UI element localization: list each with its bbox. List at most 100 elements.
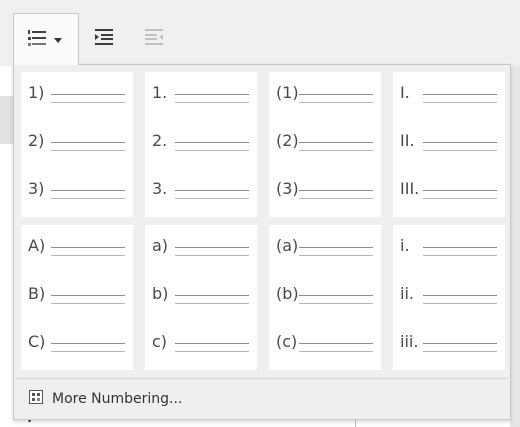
- preset-text-line: [299, 247, 373, 248]
- numbering-preset[interactable]: 1. 2. 3.: [145, 72, 257, 217]
- preset-text-line: [175, 190, 249, 191]
- preset-text-line: [51, 190, 125, 191]
- numbering-preset[interactable]: 1) 2) 3): [21, 72, 133, 217]
- preset-text-line: [423, 303, 497, 304]
- preset-text-line: [423, 343, 497, 344]
- preset-list-item: II.: [393, 128, 505, 156]
- preset-list-item: 2): [21, 128, 133, 156]
- preset-list-item: ii.: [393, 281, 505, 309]
- preset-list-item: c): [145, 329, 257, 357]
- preset-list-item: b): [145, 281, 257, 309]
- preset-text-line: [299, 303, 373, 304]
- preset-text-line: [423, 295, 497, 296]
- preset-list-item: III.: [393, 176, 505, 204]
- preset-number-label: a): [152, 236, 169, 255]
- preset-text-line: [423, 198, 497, 199]
- preset-list-item: (2): [269, 128, 381, 156]
- numbering-preset-grid: 1) 2) 3) 1. 2. 3. (1) (2) (3) I. II. III. A) B) C) a) b)…: [21, 72, 505, 370]
- preset-text-line: [51, 303, 125, 304]
- preset-text-line: [423, 190, 497, 191]
- preset-text-line: [423, 142, 497, 143]
- preset-list-item: i.: [393, 233, 505, 261]
- preset-text-line: [175, 198, 249, 199]
- preset-number-label: I.: [400, 83, 410, 102]
- preset-list-item: I.: [393, 80, 505, 108]
- preset-number-label: 2): [28, 131, 45, 150]
- preset-number-label: i.: [400, 236, 410, 255]
- preset-number-label: ii.: [400, 284, 414, 303]
- numbering-dialog-icon: [28, 389, 44, 409]
- preset-text-line: [175, 255, 249, 256]
- preset-number-label: (c): [276, 332, 298, 351]
- preset-text-line: [51, 94, 125, 95]
- preset-list-item: 2.: [145, 128, 257, 156]
- preset-number-label: b): [152, 284, 169, 303]
- preset-number-label: III.: [400, 179, 420, 198]
- preset-number-label: II.: [400, 131, 415, 150]
- preset-text-line: [299, 102, 373, 103]
- preset-text-line: [423, 351, 497, 352]
- preset-number-label: (b): [276, 284, 299, 303]
- preset-text-line: [175, 142, 249, 143]
- preset-text-line: [423, 102, 497, 103]
- preset-list-item: A): [21, 233, 133, 261]
- preset-list-item: C): [21, 329, 133, 357]
- preset-text-line: [299, 343, 373, 344]
- preset-number-label: 3): [28, 179, 45, 198]
- preset-list-item: 1.: [145, 80, 257, 108]
- preset-text-line: [175, 102, 249, 103]
- preset-text-line: [51, 150, 125, 151]
- preset-text-line: [175, 247, 249, 248]
- preset-text-line: [175, 351, 249, 352]
- numbering-preset[interactable]: (1) (2) (3): [269, 72, 381, 217]
- preset-number-label: 3.: [152, 179, 168, 198]
- preset-text-line: [299, 94, 373, 95]
- preset-number-label: B): [28, 284, 46, 303]
- numbering-preset[interactable]: a) b) c): [145, 225, 257, 370]
- preset-list-item: B): [21, 281, 133, 309]
- more-numbering-button[interactable]: More Numbering...: [16, 383, 508, 415]
- chevron-down-icon[interactable]: [54, 38, 62, 43]
- preset-list-item: 3): [21, 176, 133, 204]
- preset-list-item: (b): [269, 281, 381, 309]
- preset-list-item: a): [145, 233, 257, 261]
- preset-number-label: c): [152, 332, 168, 351]
- preset-text-line: [175, 303, 249, 304]
- preset-number-label: C): [28, 332, 46, 351]
- preset-number-label: (3): [276, 179, 299, 198]
- preset-list-item: (c): [269, 329, 381, 357]
- preset-text-line: [51, 198, 125, 199]
- preset-number-label: 1.: [152, 83, 168, 102]
- increase-indent-button[interactable]: [79, 13, 129, 65]
- decrease-indent-button[interactable]: [129, 13, 179, 65]
- preset-number-label: A): [28, 236, 46, 255]
- preset-number-label: iii.: [400, 332, 419, 351]
- preset-list-item: iii.: [393, 329, 505, 357]
- preset-text-line: [299, 150, 373, 151]
- preset-text-line: [51, 102, 125, 103]
- numbering-preset[interactable]: A) B) C): [21, 225, 133, 370]
- preset-list-item: (3): [269, 176, 381, 204]
- preset-text-line: [423, 255, 497, 256]
- preset-list-item: 1): [21, 80, 133, 108]
- preset-text-line: [423, 150, 497, 151]
- document-margin: [510, 66, 520, 427]
- preset-text-line: [299, 190, 373, 191]
- more-numbering-label: More Numbering...: [52, 391, 183, 407]
- decrease-indent-icon: [143, 26, 165, 52]
- preset-list-item: (1): [269, 80, 381, 108]
- numbering-preset[interactable]: i. ii. iii.: [393, 225, 505, 370]
- preset-text-line: [175, 94, 249, 95]
- ordered-list-split-button[interactable]: [13, 13, 79, 65]
- preset-text-line: [299, 351, 373, 352]
- preset-text-line: [175, 343, 249, 344]
- numbering-preset[interactable]: (a) (b) (c): [269, 225, 381, 370]
- preset-text-line: [51, 295, 125, 296]
- numbering-dropdown: 1) 2) 3) 1. 2. 3. (1) (2) (3) I. II. III. A) B) C) a) b)…: [13, 64, 511, 420]
- numbering-preset[interactable]: I. II. III.: [393, 72, 505, 217]
- increase-indent-icon: [93, 26, 115, 52]
- preset-text-line: [423, 94, 497, 95]
- ordered-list-icon[interactable]: [26, 27, 48, 53]
- preset-text-line: [423, 247, 497, 248]
- preset-list-item: (a): [269, 233, 381, 261]
